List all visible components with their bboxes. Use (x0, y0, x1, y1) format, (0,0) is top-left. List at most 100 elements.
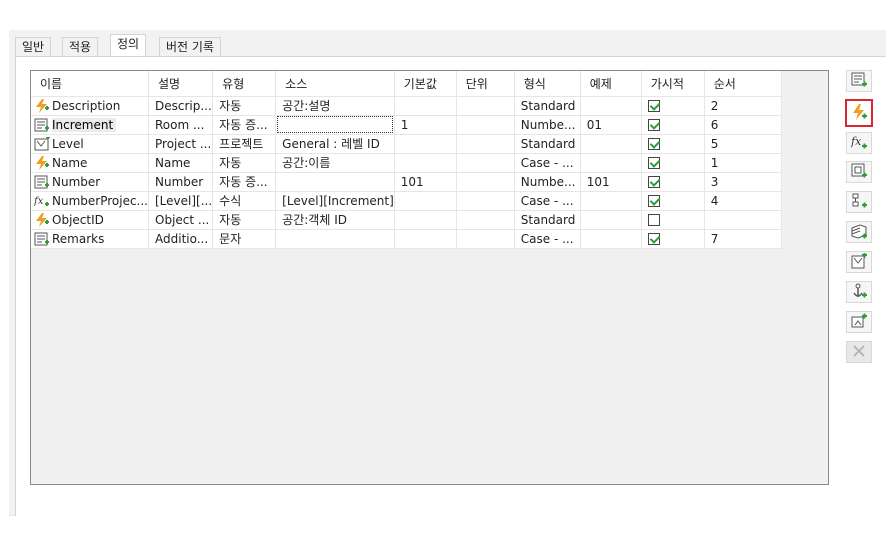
add-object-button[interactable] (846, 161, 872, 183)
col-example-cell[interactable] (580, 229, 642, 249)
add-stack-button[interactable] (846, 221, 872, 243)
col-example-cell[interactable] (580, 153, 642, 173)
col-order-cell[interactable]: 6 (704, 115, 782, 135)
col-visible-cell[interactable] (641, 153, 705, 173)
col-visible-cell[interactable] (641, 210, 705, 230)
col-default-cell[interactable] (394, 191, 457, 211)
tab-apply[interactable]: 적용 (62, 37, 99, 57)
col-type-cell[interactable]: 자동 증... (212, 172, 277, 192)
col-source-cell[interactable]: General : 레벨 ID (275, 134, 395, 154)
col-unit-cell[interactable] (456, 172, 515, 192)
visible-checkbox[interactable] (647, 118, 660, 131)
col-example-cell[interactable] (580, 210, 642, 230)
visible-checkbox[interactable] (647, 156, 660, 169)
col-source-cell[interactable] (275, 172, 395, 192)
add-formula-button[interactable]: fx (846, 132, 872, 154)
visible-checkbox[interactable] (647, 232, 660, 245)
col-unit-cell[interactable] (456, 115, 515, 135)
table-row[interactable]: Increment Room ... 자동 증... 1 Numbe... 01 6 (31, 115, 782, 135)
col-format-cell[interactable]: Standard (514, 134, 581, 154)
col-default-cell[interactable] (394, 229, 457, 249)
col-visible-cell[interactable] (641, 115, 705, 135)
tab-version-history[interactable]: 버전 기록 (159, 37, 221, 57)
col-order-cell[interactable]: 1 (704, 153, 782, 173)
add-list-button[interactable] (846, 70, 872, 92)
add-anchor-button[interactable] (846, 281, 872, 303)
col-order-cell[interactable]: 5 (704, 134, 782, 154)
col-format-header[interactable]: 형식 (514, 71, 581, 97)
visible-checkbox[interactable] (647, 213, 660, 226)
col-unit-header[interactable]: 단위 (456, 71, 515, 97)
col-unit-cell[interactable] (456, 210, 515, 230)
col-example-cell[interactable] (580, 96, 642, 116)
col-default-header[interactable]: 기본값 (394, 71, 457, 97)
col-format-cell[interactable]: Case - ... (514, 191, 581, 211)
col-type-cell[interactable]: 자동 (212, 153, 277, 173)
col-type-cell[interactable]: 자동 (212, 210, 277, 230)
col-example-header[interactable]: 예제 (580, 71, 642, 97)
col-description-cell[interactable]: Room ... (148, 115, 214, 135)
col-source-header[interactable]: 소스 (275, 71, 395, 97)
properties-grid[interactable]: 이름 설명 유형 소스 기본값 단위 형식 예제 가시적 순서 Description Descri… (30, 70, 829, 485)
col-default-cell[interactable]: 1 (394, 115, 457, 135)
table-row[interactable]: Remarks Additio... 문자 Case - ... 7 (31, 229, 782, 249)
table-row[interactable]: Description Descrip... 자동 공간:설명 Standard 2 (31, 96, 782, 116)
col-format-cell[interactable]: Numbe... (514, 115, 581, 135)
col-type-cell[interactable]: 자동 (212, 96, 277, 116)
col-description-cell[interactable]: Project ... (148, 134, 214, 154)
table-row[interactable]: Level Project ... 프로젝트 General : 레벨 ID Stand… (31, 134, 782, 154)
col-name-cell[interactable]: fx NumberProjec... (31, 191, 149, 211)
col-format-cell[interactable]: Case - ... (514, 229, 581, 249)
col-order-cell[interactable]: 7 (704, 229, 782, 249)
col-visible-cell[interactable] (641, 134, 705, 154)
col-visible-cell[interactable] (641, 96, 705, 116)
col-description-cell[interactable]: Object ... (148, 210, 214, 230)
col-format-cell[interactable]: Numbe... (514, 172, 581, 192)
col-example-cell[interactable]: 101 (580, 172, 642, 192)
col-source-cell[interactable]: 공간:설명 (275, 96, 395, 116)
col-description-cell[interactable]: Number (148, 172, 214, 192)
col-example-cell[interactable] (580, 191, 642, 211)
visible-checkbox[interactable] (647, 194, 660, 207)
col-type-cell[interactable]: 수식 (212, 191, 277, 211)
col-type-header[interactable]: 유형 (212, 71, 277, 97)
table-row[interactable]: Name Name 자동 공간:이름 Case - ... 1 (31, 153, 782, 173)
add-level-button[interactable] (846, 251, 872, 273)
table-row[interactable]: ObjectID Object ... 자동 공간:객체 ID Standard (31, 210, 782, 230)
add-automatic-button[interactable] (845, 99, 873, 127)
col-name-cell[interactable]: ObjectID (31, 210, 149, 230)
col-order-header[interactable]: 순서 (704, 71, 782, 97)
col-visible-header[interactable]: 가시적 (641, 71, 705, 97)
col-type-cell[interactable]: 자동 증... (212, 115, 277, 135)
col-source-cell[interactable] (275, 229, 395, 249)
col-name-header[interactable]: 이름 (31, 71, 149, 97)
col-name-cell[interactable]: Description (31, 96, 149, 116)
col-description-cell[interactable]: Additio... (148, 229, 214, 249)
add-graphic-button[interactable] (846, 311, 872, 333)
col-name-cell[interactable]: Increment (31, 115, 149, 135)
col-name-cell[interactable]: Remarks (31, 229, 149, 249)
col-type-cell[interactable]: 문자 (212, 229, 277, 249)
col-description-cell[interactable]: [Level][... (148, 191, 214, 211)
col-description-cell[interactable]: Descrip... (148, 96, 214, 116)
add-hierarchy-button[interactable] (846, 191, 872, 213)
col-format-cell[interactable]: Standard (514, 96, 581, 116)
col-description-cell[interactable]: Name (148, 153, 214, 173)
col-name-cell[interactable]: Name (31, 153, 149, 173)
col-default-cell[interactable] (394, 96, 457, 116)
col-example-cell[interactable] (580, 134, 642, 154)
col-source-cell[interactable]: 공간:이름 (275, 153, 395, 173)
col-default-cell[interactable]: 101 (394, 172, 457, 192)
visible-checkbox[interactable] (647, 137, 660, 150)
col-unit-cell[interactable] (456, 153, 515, 173)
col-name-cell[interactable]: Number (31, 172, 149, 192)
col-name-cell[interactable]: Level (31, 134, 149, 154)
col-visible-cell[interactable] (641, 229, 705, 249)
col-order-cell[interactable]: 2 (704, 96, 782, 116)
tab-definition[interactable]: 정의 (110, 34, 147, 57)
col-visible-cell[interactable] (641, 191, 705, 211)
col-format-cell[interactable]: Case - ... (514, 153, 581, 173)
col-source-cell[interactable] (275, 115, 395, 135)
col-source-cell[interactable]: 공간:객체 ID (275, 210, 395, 230)
col-format-cell[interactable]: Standard (514, 210, 581, 230)
